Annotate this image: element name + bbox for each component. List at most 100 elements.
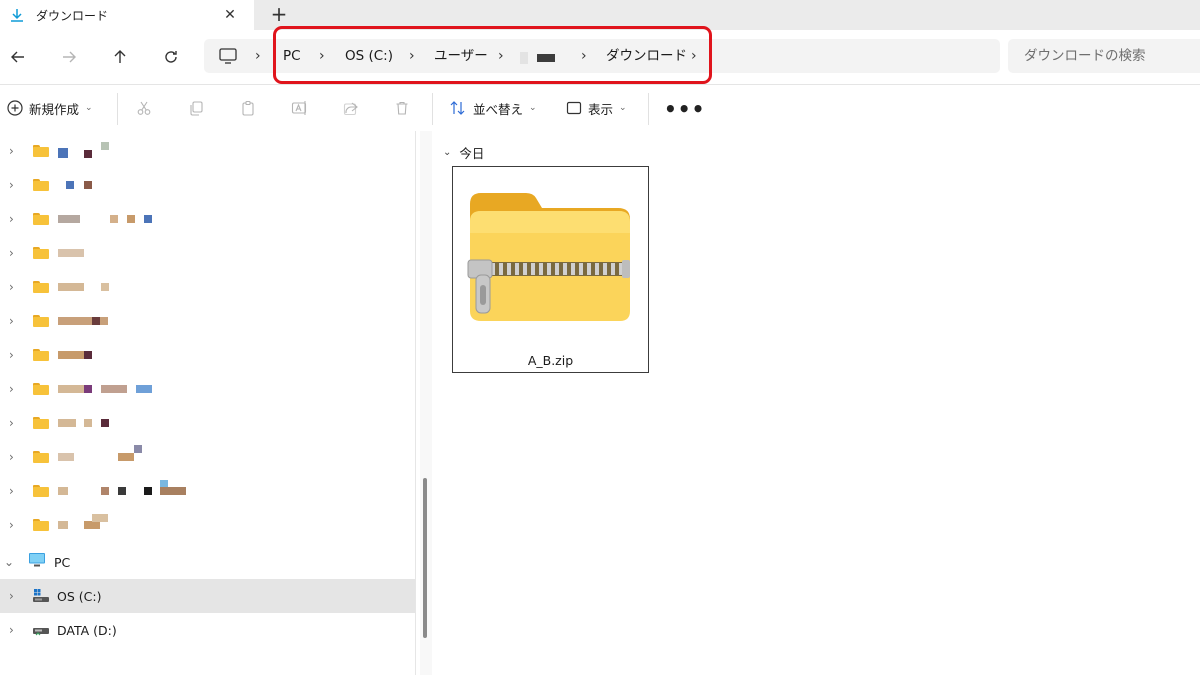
chevron-down-icon: ⌄ — [85, 103, 93, 113]
up-button[interactable] — [105, 43, 135, 71]
breadcrumb-separator[interactable]: › — [581, 47, 587, 65]
tree-folder-redacted[interactable]: › — [0, 168, 415, 202]
file-name: A_B.zip — [527, 353, 574, 368]
chevron-right-icon: › — [9, 416, 14, 430]
windows-drive-icon — [33, 589, 49, 603]
tree-folder-redacted[interactable]: › — [0, 134, 415, 168]
tree-folder-redacted[interactable]: › — [0, 372, 415, 406]
chevron-right-icon: › — [9, 623, 14, 637]
breadcrumb-separator: › — [255, 48, 261, 64]
tree-label-data-d: DATA (D:) — [57, 622, 117, 638]
drive-icon — [33, 623, 49, 637]
trash-icon — [396, 101, 408, 115]
chevron-down-icon: ⌄ — [443, 147, 452, 158]
rename-button[interactable] — [291, 96, 309, 120]
chevron-right-icon: › — [9, 280, 14, 294]
refresh-icon — [165, 51, 177, 63]
search-input[interactable]: ダウンロードの検索 — [1008, 39, 1200, 73]
tree-item-os-c[interactable]: › OS (C:) — [0, 579, 415, 613]
folder-icon — [33, 247, 49, 259]
share-icon — [343, 102, 358, 116]
folder-icon — [33, 417, 49, 429]
folder-icon — [33, 485, 49, 497]
chevron-right-icon: › — [9, 450, 14, 464]
copy-button[interactable] — [188, 96, 204, 120]
navigation-bar: › PC › OS (C:) › ユーザー › › ダウンロード › ダウンロー… — [0, 30, 1200, 84]
new-tab-button[interactable]: + — [268, 2, 290, 26]
tree-folder-redacted[interactable]: › — [0, 338, 415, 372]
tree-folder-redacted[interactable]: › — [0, 440, 415, 474]
folder-icon — [33, 383, 49, 395]
scrollbar-thumb[interactable] — [423, 478, 427, 638]
new-button[interactable]: 新規作成 ⌄ — [7, 96, 93, 120]
sort-button-label: 並べ替え — [473, 101, 524, 117]
monitor-icon — [218, 46, 238, 66]
breadcrumb-downloads[interactable]: ダウンロード — [606, 47, 687, 65]
tree-folder-redacted[interactable]: › — [0, 304, 415, 338]
breadcrumb-pc[interactable]: PC — [283, 47, 301, 65]
group-header-today[interactable]: ⌄ 今日 — [443, 143, 484, 162]
chevron-down-icon: ⌄ — [619, 103, 627, 113]
folder-icon — [33, 145, 49, 157]
breadcrumb-separator[interactable]: › — [409, 47, 415, 65]
view-button[interactable]: 表示 ⌄ — [566, 96, 627, 120]
share-button[interactable] — [343, 96, 359, 120]
tree-item-pc[interactable]: ⌄ PC — [0, 545, 415, 579]
chevron-right-icon: › — [9, 382, 14, 396]
plus-circle-icon — [7, 100, 23, 116]
scissors-icon — [137, 101, 151, 115]
chevron-right-icon: › — [9, 178, 14, 192]
cut-button[interactable] — [136, 96, 152, 120]
pane-divider[interactable] — [415, 131, 416, 675]
arrow-up-icon — [114, 50, 126, 63]
tree-item-data-d[interactable]: › DATA (D:) — [0, 613, 415, 647]
tab-strip: ダウンロード ✕ + — [0, 0, 1200, 30]
tab-downloads[interactable]: ダウンロード ✕ — [0, 0, 254, 30]
divider — [648, 93, 649, 125]
chevron-right-icon: › — [9, 246, 14, 260]
breadcrumb-separator[interactable]: › — [691, 47, 697, 65]
breadcrumb-os-c[interactable]: OS (C:) — [345, 47, 393, 65]
breadcrumb-separator[interactable]: › — [498, 47, 504, 65]
view-button-label: 表示 — [588, 101, 614, 117]
chevron-down-icon: ⌄ — [529, 103, 537, 113]
folder-icon — [33, 281, 49, 293]
chevron-down-icon: ⌄ — [4, 555, 15, 569]
breadcrumb-username-redacted[interactable] — [520, 52, 555, 64]
folder-icon — [33, 349, 49, 361]
file-item[interactable]: A_B.zip — [452, 166, 649, 373]
chevron-right-icon: › — [9, 518, 14, 532]
navigation-pane: › › › › › › › › › › › › ⌄ PC › OS (C:) ›… — [0, 131, 415, 675]
close-tab-button[interactable]: ✕ — [220, 5, 240, 25]
breadcrumb-separator[interactable]: › — [319, 47, 325, 65]
sort-icon — [450, 101, 465, 115]
tree-folder-redacted[interactable]: › — [0, 406, 415, 440]
back-button[interactable] — [3, 43, 33, 71]
chevron-right-icon: › — [9, 212, 14, 226]
arrow-right-icon — [63, 51, 76, 63]
folder-icon — [33, 213, 49, 225]
breadcrumb-users[interactable]: ユーザー — [434, 47, 488, 65]
copy-icon — [190, 101, 203, 116]
chevron-right-icon: › — [9, 144, 14, 158]
view-icon — [566, 101, 582, 115]
tree-folder-redacted[interactable]: › — [0, 270, 415, 304]
tree-folder-redacted[interactable]: › — [0, 474, 415, 508]
paste-button[interactable] — [240, 96, 256, 120]
group-label: 今日 — [459, 146, 485, 161]
address-bar[interactable]: › PC › OS (C:) › ユーザー › › ダウンロード › — [204, 39, 1000, 73]
chevron-right-icon: › — [9, 348, 14, 362]
delete-button[interactable] — [394, 96, 410, 120]
chevron-right-icon: › — [9, 314, 14, 328]
arrow-left-icon — [11, 51, 24, 63]
more-options-button[interactable]: ••• — [664, 97, 705, 121]
tree-folder-redacted[interactable]: › — [0, 508, 415, 542]
tree-label-os-c: OS (C:) — [57, 588, 102, 604]
refresh-button[interactable] — [156, 43, 186, 71]
zip-folder-icon — [467, 193, 630, 321]
forward-button[interactable] — [54, 43, 84, 71]
tree-folder-redacted[interactable]: › — [0, 236, 415, 270]
sort-button[interactable]: 並べ替え ⌄ — [449, 96, 537, 120]
tree-folder-redacted[interactable]: › — [0, 202, 415, 236]
new-button-label: 新規作成 — [29, 101, 80, 117]
